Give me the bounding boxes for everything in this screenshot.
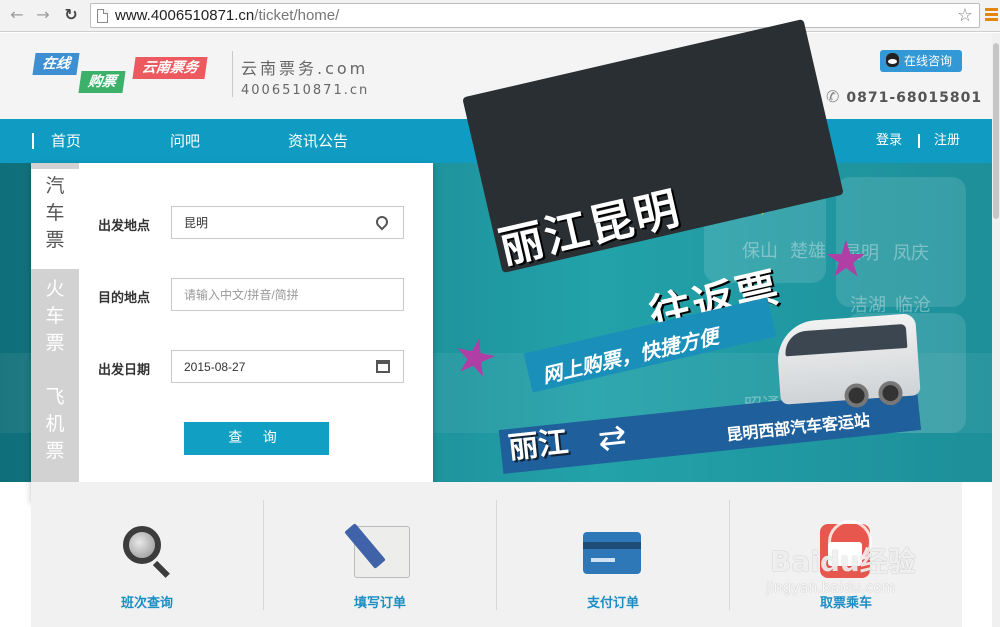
consult-label: 在线咨询 — [904, 54, 953, 68]
nav-item-ask[interactable]: 问吧 — [170, 119, 200, 163]
tab-char: 车 — [45, 202, 65, 224]
site-logo[interactable]: 在线 购票 云南票务 — [32, 53, 224, 103]
tab-char: 票 — [45, 229, 65, 251]
card-line — [591, 558, 615, 562]
calendar-icon[interactable] — [376, 360, 390, 373]
tab-char: 机 — [45, 413, 65, 435]
date-input[interactable] — [171, 350, 404, 383]
url-host: www.4006510871.cn — [115, 7, 255, 24]
to-input[interactable] — [171, 278, 404, 311]
to-label: 目的地点 — [98, 291, 151, 306]
register-link[interactable]: 注册 — [934, 119, 960, 163]
nav-separator-right — [918, 134, 920, 148]
search-button[interactable]: 查 询 — [184, 422, 329, 455]
forward-arrow-icon[interactable]: → — [32, 4, 54, 26]
site-domain: 4006510871.cn — [241, 83, 370, 98]
login-link[interactable]: 登录 — [876, 119, 902, 163]
feature-pay-order[interactable]: 支付订单 — [497, 500, 729, 611]
route-arrow-icon: ⇄ — [595, 416, 629, 460]
tab-train-ticket[interactable]: 火 车 票 — [31, 276, 79, 357]
reload-icon[interactable]: ↻ — [60, 4, 82, 26]
url-text: www.4006510871.cn/ticket/home/ — [115, 7, 339, 24]
tab-flight-ticket[interactable]: 飞 机 票 — [31, 384, 79, 465]
nav-item-home[interactable]: 首页 — [51, 119, 81, 163]
banner-city: 临沧 — [895, 295, 931, 316]
banner-city: 凤庆 — [893, 243, 929, 264]
ticket-search-panel: 汽 车 票 火 车 票 飞 机 票 出发地点 目的地点 出发日期 查 询 — [31, 163, 433, 502]
page-icon — [97, 9, 108, 23]
feature-label: 支付订单 — [586, 596, 639, 611]
logo-tag-buy: 购票 — [78, 71, 126, 93]
logo-tag-online: 在线 — [32, 53, 80, 75]
feature-label: 填写订单 — [353, 596, 406, 611]
browser-toolbar: ← → ↻ www.4006510871.cn/ticket/home/ ☆ — [0, 0, 1000, 32]
tab-char: 火 — [45, 278, 65, 300]
tab-char: 飞 — [45, 386, 65, 408]
from-label: 出发地点 — [98, 219, 151, 234]
tab-char: 票 — [45, 440, 65, 462]
hotline: ✆ 0871-68015801 — [826, 87, 982, 106]
card-stripe — [583, 542, 641, 549]
nav-separator — [32, 133, 34, 149]
bus-icon — [775, 313, 921, 409]
banner-city: 洁湖 — [850, 295, 886, 316]
nav-item-news[interactable]: 资讯公告 — [288, 119, 348, 163]
tab-bus-ticket[interactable]: 汽 车 票 — [31, 169, 79, 269]
logo-divider — [232, 51, 233, 97]
date-label: 出发日期 — [98, 363, 151, 378]
from-input[interactable] — [171, 206, 404, 239]
banner-city: 楚雄 — [790, 241, 826, 262]
magnifier-handle — [152, 560, 170, 578]
online-consult-button[interactable]: 在线咨询 — [880, 50, 962, 72]
feature-fill-order[interactable]: 填写订单 — [264, 500, 496, 611]
qq-icon — [886, 53, 899, 67]
ticket-type-tabs: 汽 车 票 火 车 票 飞 机 票 — [31, 163, 79, 502]
credit-card-icon — [583, 532, 641, 574]
tab-char: 汽 — [45, 175, 65, 197]
tab-char: 票 — [45, 332, 65, 354]
bus-window — [783, 323, 908, 357]
feature-schedule-query[interactable]: 班次查询 — [31, 500, 263, 611]
hotline-number: 0871-68015801 — [846, 90, 983, 106]
site-name: 云南票务.com — [241, 59, 369, 78]
logo-tag-brand: 云南票务 — [132, 57, 208, 79]
scrollbar-thumb[interactable] — [993, 43, 999, 219]
back-arrow-icon[interactable]: ← — [6, 4, 28, 26]
feature-label: 班次查询 — [120, 596, 173, 611]
page-scrollbar[interactable] — [992, 33, 1000, 627]
route-from: 丽江 — [506, 424, 571, 467]
address-bar[interactable]: www.4006510871.cn/ticket/home/ ☆ — [90, 3, 980, 28]
bookmark-star-icon[interactable]: ☆ — [957, 5, 973, 26]
watermark: Baidu经验 — [770, 545, 916, 578]
url-path: /ticket/home/ — [254, 7, 340, 24]
browser-menu-icon[interactable] — [985, 8, 998, 22]
phone-icon: ✆ — [826, 87, 841, 106]
watermark-url: jingyan.baidu.com — [766, 580, 896, 596]
magnifier-icon — [123, 526, 161, 564]
tab-char: 车 — [45, 305, 65, 327]
